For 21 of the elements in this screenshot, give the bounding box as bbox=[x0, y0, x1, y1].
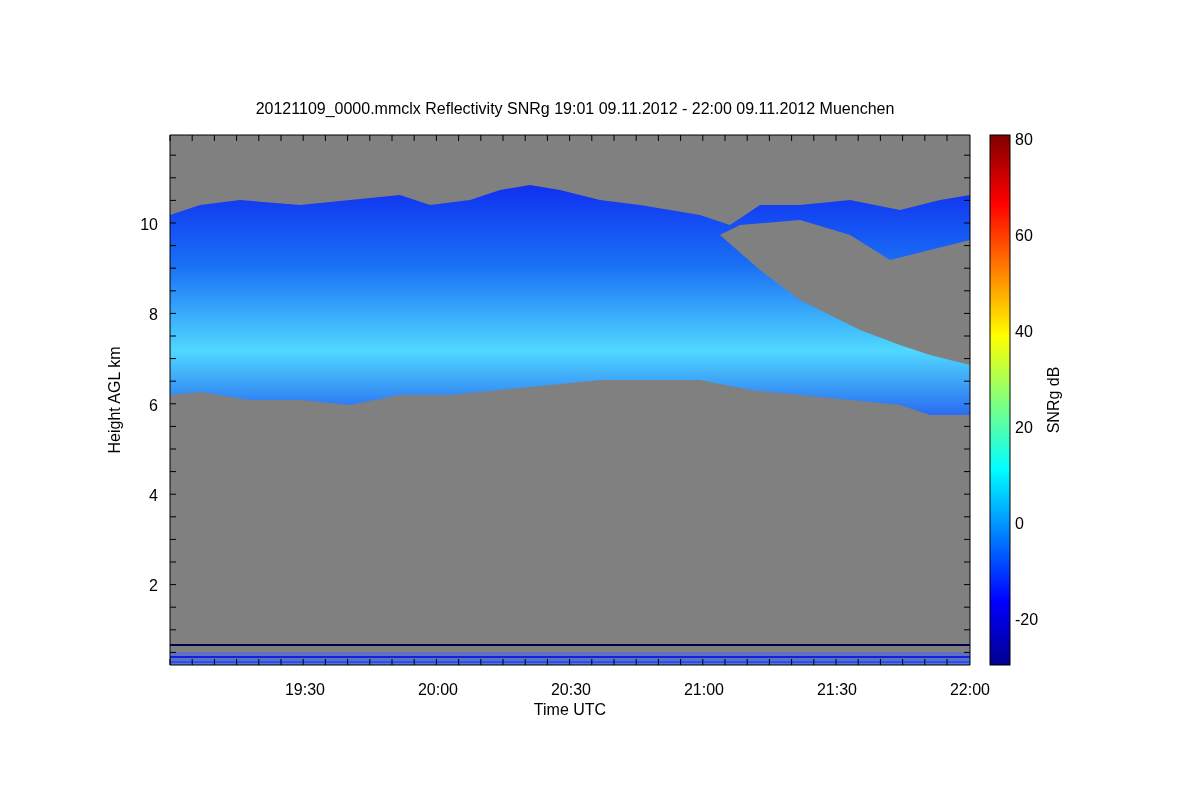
colorbar-tick-label: 40 bbox=[1015, 323, 1033, 340]
colorbar-tick-label: 80 bbox=[1015, 131, 1033, 148]
colorbar-tick-label: -20 bbox=[1015, 611, 1039, 628]
y-tick-label: 2 bbox=[149, 577, 158, 595]
x-tick-label: 19:30 bbox=[285, 681, 325, 698]
colorbar-tick-label: 20 bbox=[1015, 419, 1033, 436]
x-tick-label: 21:30 bbox=[817, 681, 857, 698]
plot-title: 20121109_0000.mmclx Reflectivity SNRg 19:01 09.11.2012 - 22:00 09.11.2012 Muenchen bbox=[255, 100, 895, 117]
colorbar-tick-label: 0 bbox=[1015, 515, 1024, 532]
x-tick-label: 20:30 bbox=[551, 681, 591, 698]
x-tick-label: 22:00 bbox=[950, 681, 990, 698]
y-tick-label: 8 bbox=[149, 306, 158, 324]
x-tick-label: 21:00 bbox=[684, 681, 724, 698]
colorbar-label: SNRg dB bbox=[1045, 366, 1062, 434]
y-tick-label: 10 bbox=[140, 216, 158, 233]
y-tick-label: 6 bbox=[149, 396, 158, 414]
x-tick-label: 20:00 bbox=[418, 681, 458, 698]
y-axis-label: Height AGL km bbox=[106, 346, 123, 454]
x-axis-label: Time UTC bbox=[533, 701, 607, 718]
y-tick-label: 4 bbox=[149, 486, 158, 504]
colorbar-tick-label: 60 bbox=[1015, 227, 1033, 244]
